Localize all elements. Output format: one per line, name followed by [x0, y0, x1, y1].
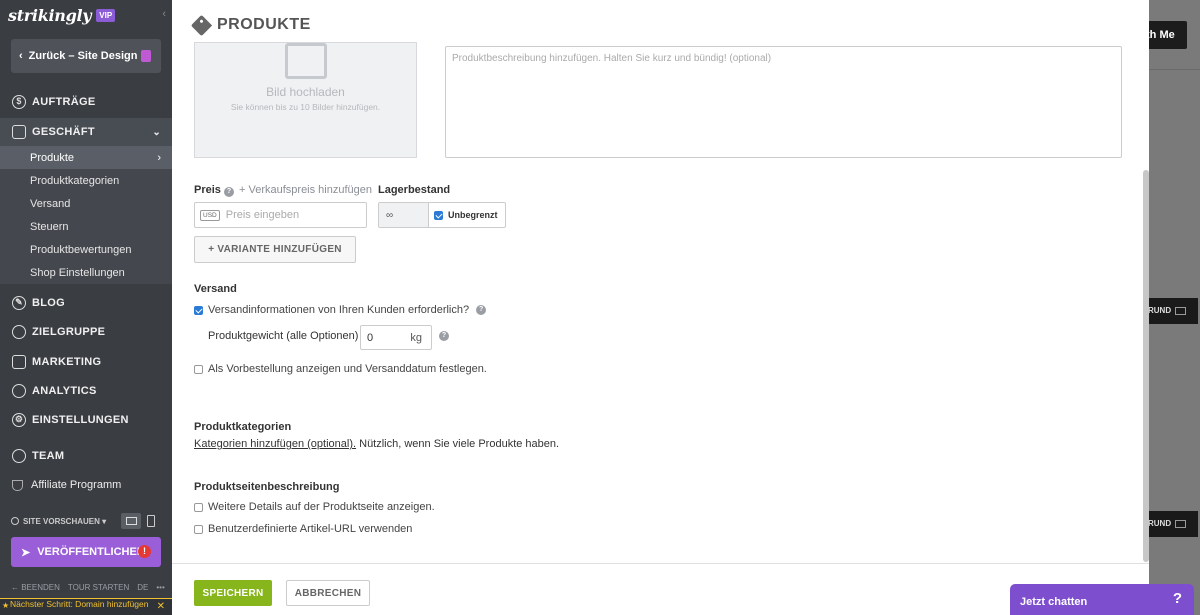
shipping-required-checkbox[interactable]: Versandinformationen von Ihren Kunden er… [194, 304, 487, 316]
upload-subtitle: Sie können bis zu 10 Bilder hinzufügen. [230, 102, 381, 112]
modal-title: PRODUKTE [190, 14, 311, 36]
pen-icon: ✎ [12, 296, 26, 310]
categories-text: Kategorien hinzufügen (optional). Nützli… [194, 438, 560, 450]
page-description-title: Produktseitenbeschreibung [194, 481, 340, 493]
gear-icon: ⚙ [12, 413, 26, 427]
unlimited-checkbox[interactable]: Unbegrenzt [429, 203, 498, 227]
more-icon[interactable]: ••• [156, 583, 164, 592]
sidebar-item-product-categories[interactable]: Produktkategorien [0, 169, 172, 192]
palette-icon [141, 50, 151, 62]
modal-footer: SPEICHERN ABBRECHEN [172, 563, 1149, 615]
add-categories-link[interactable]: Kategorien hinzufügen (optional). [194, 438, 356, 450]
chevron-left-icon: ‹ [19, 50, 23, 62]
sidebar-item-products[interactable]: Produkte › [0, 146, 172, 169]
upload-title: Bild hochladen [266, 85, 345, 99]
nav-settings[interactable]: ⚙ EINSTELLUNGEN [0, 406, 172, 434]
checkbox-unchecked [194, 502, 203, 512]
chevron-right-icon: › [157, 151, 161, 164]
desktop-icon[interactable] [121, 513, 141, 529]
help-icon[interactable]: ? [476, 305, 487, 315]
nav-blog[interactable]: ✎ BLOG [0, 289, 172, 317]
help-icon[interactable]: ? [223, 187, 234, 197]
vip-badge: VIP [96, 8, 116, 22]
mobile-icon[interactable] [147, 515, 155, 527]
save-button[interactable]: SPEICHERN [194, 580, 272, 606]
site-preview-row[interactable]: SITE VORSCHAUEN ▾ [11, 513, 161, 529]
stock-label: Lagerbestand [378, 184, 451, 196]
start-tour-link[interactable]: TOUR STARTEN [68, 583, 129, 592]
nav-orders[interactable]: $ AUFTRÄGE [0, 88, 172, 116]
checkbox-checked [194, 305, 203, 315]
sidebar-item-taxes[interactable]: Steuern [0, 215, 172, 238]
custom-url-checkbox[interactable]: Benutzerdefinierte Artikel-URL verwenden [194, 523, 412, 535]
logo-row: strikingly VIP [0, 0, 172, 30]
nav-marketing[interactable]: MARKETING [0, 348, 172, 376]
sidebar: strikingly VIP ‹ ‹ Zurück – Site Design … [0, 0, 172, 615]
image-icon [1175, 306, 1187, 315]
trophy-icon [12, 479, 23, 491]
publish-button[interactable]: ➤ VERÖFFENTLICHEN ! [11, 537, 161, 567]
checkbox-checked [434, 210, 443, 220]
bottom-links: ← BEENDEN TOUR STARTEN DE ••• [11, 583, 165, 592]
back-label: Zurück – Site Design [28, 50, 138, 62]
chevron-down-icon: ▾ [99, 516, 107, 526]
people-icon [12, 325, 26, 339]
weight-label: Produktgewicht (alle Optionen) [208, 330, 359, 342]
chat-widget[interactable]: Jetzt chatten ? [1010, 584, 1194, 615]
star-icon: ★ [2, 601, 10, 610]
add-sale-price-link[interactable]: + Verkaufspreis hinzufügen [239, 184, 372, 196]
cancel-button[interactable]: ABBRECHEN [286, 580, 370, 606]
nav-analytics[interactable]: ANALYTICS [0, 377, 172, 405]
sidebar-item-reviews[interactable]: Produktbewertungen [0, 238, 172, 261]
back-to-site-design-button[interactable]: ‹ Zurück – Site Design [11, 39, 161, 73]
nav-business[interactable]: GESCHÄFT ⌄ [0, 118, 172, 146]
close-icon[interactable]: ✕ [157, 602, 165, 612]
scrollbar[interactable] [1143, 170, 1149, 562]
megaphone-icon [12, 355, 26, 369]
next-step-banner[interactable]: ★ Nächster Schritt: Domain hinzufügen ✕ [0, 598, 172, 615]
product-description-input[interactable]: Produktbeschreibung hinzufügen. Halten S… [445, 46, 1122, 158]
dollar-icon: $ [12, 95, 26, 109]
nav-team[interactable]: TEAM [0, 442, 172, 470]
image-upload-icon [285, 43, 327, 79]
image-upload-area[interactable]: Bild hochladen Sie können bis zu 10 Bild… [194, 42, 417, 158]
more-details-checkbox[interactable]: Weitere Details auf der Produktseite anz… [194, 501, 435, 513]
quit-link[interactable]: ← BEENDEN [11, 583, 60, 592]
nav-affiliate[interactable]: Affiliate Programm [12, 479, 121, 491]
categories-title: Produktkategorien [194, 421, 292, 433]
price-label: Preis ? [194, 184, 234, 197]
search-icon [11, 517, 19, 525]
chevron-down-icon: ⌄ [152, 126, 161, 138]
image-icon [1175, 519, 1187, 528]
preorder-checkbox[interactable]: Als Vorbestellung anzeigen und Versandda… [194, 363, 487, 375]
sidebar-item-shipping[interactable]: Versand [0, 192, 172, 215]
store-icon [12, 125, 26, 139]
sidebar-item-shop-settings[interactable]: Shop Einstellungen [0, 261, 172, 284]
currency-badge: USD [200, 209, 220, 221]
help-icon: ? [1172, 590, 1182, 607]
add-variant-button[interactable]: + VARIANTE HINZUFÜGEN [194, 236, 356, 263]
tag-icon [190, 14, 213, 36]
alert-badge: ! [138, 545, 151, 558]
collapse-sidebar-icon[interactable]: ‹ [162, 8, 166, 20]
checkbox-unchecked [194, 524, 203, 534]
help-icon[interactable]: ? [439, 331, 449, 341]
checkbox-unchecked [194, 364, 203, 374]
stock-field: ∞ Unbegrenzt [378, 202, 506, 228]
logo: strikingly [8, 5, 92, 25]
weight-input[interactable]: 0 kg [360, 325, 432, 350]
team-icon [12, 449, 26, 463]
product-editor-modal: PRODUKTE Bild hochladen Sie können bis z… [172, 0, 1149, 615]
nav-audience[interactable]: ZIELGRUPPE [0, 318, 172, 346]
price-input[interactable]: USD Preis eingeben [194, 202, 367, 228]
stock-input[interactable]: ∞ [379, 203, 429, 227]
language-link[interactable]: DE [137, 583, 148, 592]
rocket-icon: ➤ [21, 546, 31, 559]
pie-chart-icon [12, 384, 26, 398]
shipping-title: Versand [194, 283, 237, 295]
